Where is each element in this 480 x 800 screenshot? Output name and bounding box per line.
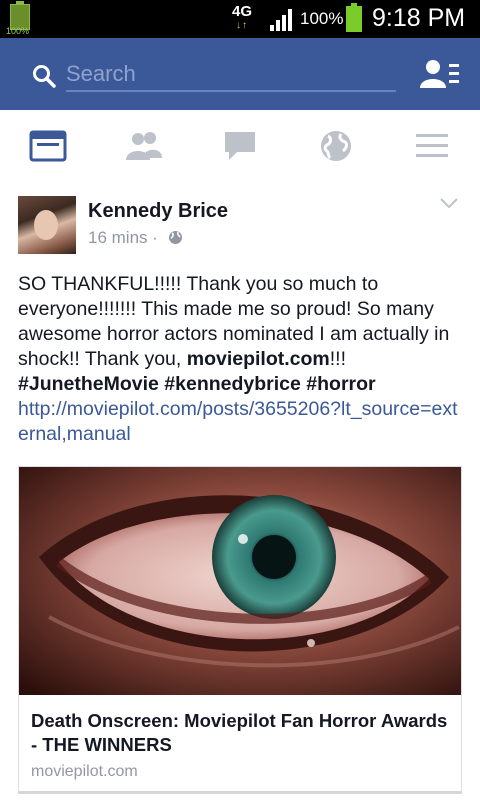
link-preview-title[interactable]: Death Onscreen: Moviepilot Fan Horror Aw… — [31, 709, 451, 757]
mention-link[interactable]: moviepilot.com — [187, 348, 330, 370]
news-feed-icon — [29, 130, 67, 162]
chat-bubble-icon — [225, 132, 255, 160]
battery-icon — [346, 3, 362, 32]
tab-news-feed[interactable] — [0, 110, 96, 182]
battery-percent: 100% — [300, 9, 344, 28]
hashtag-link[interactable]: #horror — [306, 373, 375, 395]
tab-friends[interactable] — [96, 110, 192, 182]
post-url[interactable]: http://moviepilot.com/posts/3655206?lt_s… — [18, 398, 458, 445]
signal-icon — [270, 9, 292, 31]
status-bar: 100% 4G ↓↑ 100% 9:18 PM — [0, 0, 480, 38]
eye-closeup-image — [19, 467, 461, 695]
avatar[interactable] — [18, 196, 76, 254]
data-activity-icon: ↓↑ — [236, 20, 248, 31]
menu-icon — [416, 134, 448, 157]
chevron-down-icon[interactable] — [438, 196, 460, 210]
post-meta: 16 mins · — [88, 228, 158, 248]
post-text: SO THANKFUL!!!!! Thank you so much to ev… — [18, 272, 464, 447]
search-icon[interactable] — [32, 64, 56, 88]
friends-icon — [126, 132, 162, 160]
globe-icon — [321, 131, 351, 161]
link-preview-domain: moviepilot.com — [31, 763, 138, 780]
meta-separator: · — [152, 228, 158, 247]
post-author[interactable]: Kennedy Brice — [88, 200, 228, 223]
hashtag-link[interactable]: #kennedybrice — [164, 373, 301, 395]
friend-requests-icon[interactable] — [420, 58, 460, 92]
tab-bar — [0, 110, 480, 184]
tab-notifications[interactable] — [288, 110, 384, 182]
link-preview-image[interactable] — [19, 467, 461, 695]
small-battery-percent: 100% — [6, 26, 30, 36]
tab-more[interactable] — [384, 110, 480, 182]
network-type: 4G — [232, 3, 253, 20]
public-globe-icon — [169, 231, 182, 244]
post-text-exclaim: !!! — [329, 348, 347, 370]
search-input[interactable] — [66, 58, 396, 92]
clock: 9:18 PM — [372, 4, 466, 32]
post-time[interactable]: 16 mins — [88, 228, 148, 247]
link-preview[interactable]: Death Onscreen: Moviepilot Fan Horror Aw… — [18, 466, 462, 794]
tab-messages[interactable] — [192, 110, 288, 182]
hashtag-link[interactable]: #JunetheMovie — [18, 373, 159, 395]
